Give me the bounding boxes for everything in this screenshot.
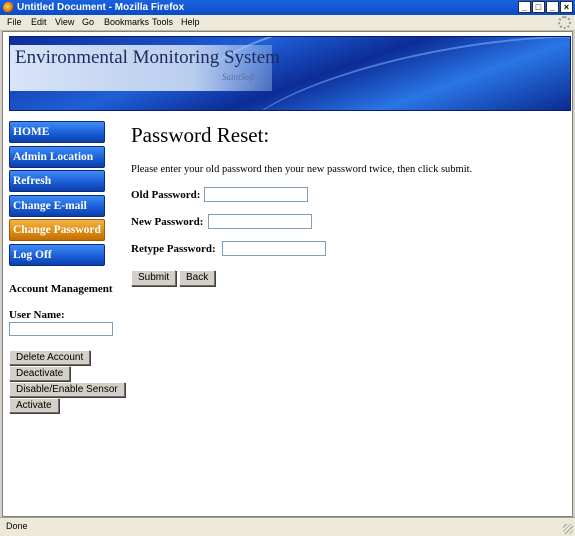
status-bar: Done: [0, 517, 575, 536]
new-password-label: New Password:: [131, 216, 204, 228]
activate-button[interactable]: Activate: [9, 398, 59, 413]
menu-tools[interactable]: Tools: [152, 15, 173, 30]
window-title: Untitled Document - Mozilla Firefox: [17, 2, 185, 13]
throbber-icon: [558, 16, 571, 29]
deactivate-button[interactable]: Deactivate: [9, 366, 71, 381]
nav-refresh[interactable]: Refresh: [9, 170, 105, 192]
menu-file[interactable]: File: [7, 15, 22, 30]
delete-account-button[interactable]: Delete Account: [9, 350, 91, 365]
new-password-input[interactable]: [208, 214, 312, 229]
minimize-icon[interactable]: _: [518, 1, 531, 13]
old-password-label: Old Password:: [131, 189, 201, 201]
close-icon[interactable]: ×: [560, 1, 573, 13]
back-button[interactable]: Back: [179, 270, 216, 286]
retype-password-input[interactable]: [222, 241, 326, 256]
menu-edit[interactable]: Edit: [31, 15, 47, 30]
account-management-heading: Account Management: [9, 283, 113, 295]
menu-go[interactable]: Go: [82, 15, 94, 30]
menu-help[interactable]: Help: [181, 15, 200, 30]
retype-password-label: Retype Password:: [131, 243, 216, 255]
system-title: Environmental Monitoring System: [15, 47, 280, 68]
firefox-icon: [3, 2, 14, 13]
page-title: Password Reset:: [131, 123, 270, 147]
page-content: Environmental Monitoring System SaintSof…: [2, 31, 573, 517]
submit-button[interactable]: Submit: [131, 270, 177, 286]
nav-change-password[interactable]: Change Password: [9, 219, 105, 241]
user-name-label: User Name:: [9, 309, 65, 321]
menu-bar: File Edit View Go Bookmarks Tools Help: [0, 15, 575, 31]
nav-admin-location[interactable]: Admin Location: [9, 145, 105, 168]
user-name-input[interactable]: [9, 322, 113, 336]
side-nav: HOME Admin Location Refresh Change E-mai…: [9, 121, 105, 268]
header-banner: Environmental Monitoring System SaintSof…: [9, 36, 571, 111]
nav-change-email[interactable]: Change E-mail: [9, 194, 105, 217]
restore-icon[interactable]: □: [532, 1, 545, 13]
nav-log-off[interactable]: Log Off: [9, 243, 105, 266]
old-password-input[interactable]: [204, 187, 308, 202]
menu-view[interactable]: View: [55, 15, 74, 30]
nav-home[interactable]: HOME: [9, 121, 105, 143]
disable-enable-sensor-button[interactable]: Disable/Enable Sensor: [9, 382, 125, 397]
minimize-doc-icon[interactable]: _: [546, 1, 559, 13]
status-text: Done: [6, 521, 28, 531]
brand-label: SaintSoft: [222, 72, 255, 82]
menu-bookmarks[interactable]: Bookmarks: [104, 15, 149, 30]
resize-grip-icon[interactable]: [563, 524, 573, 534]
title-bar: Untitled Document - Mozilla Firefox _ □ …: [0, 0, 575, 15]
instructions-text: Please enter your old password then your…: [131, 164, 473, 175]
